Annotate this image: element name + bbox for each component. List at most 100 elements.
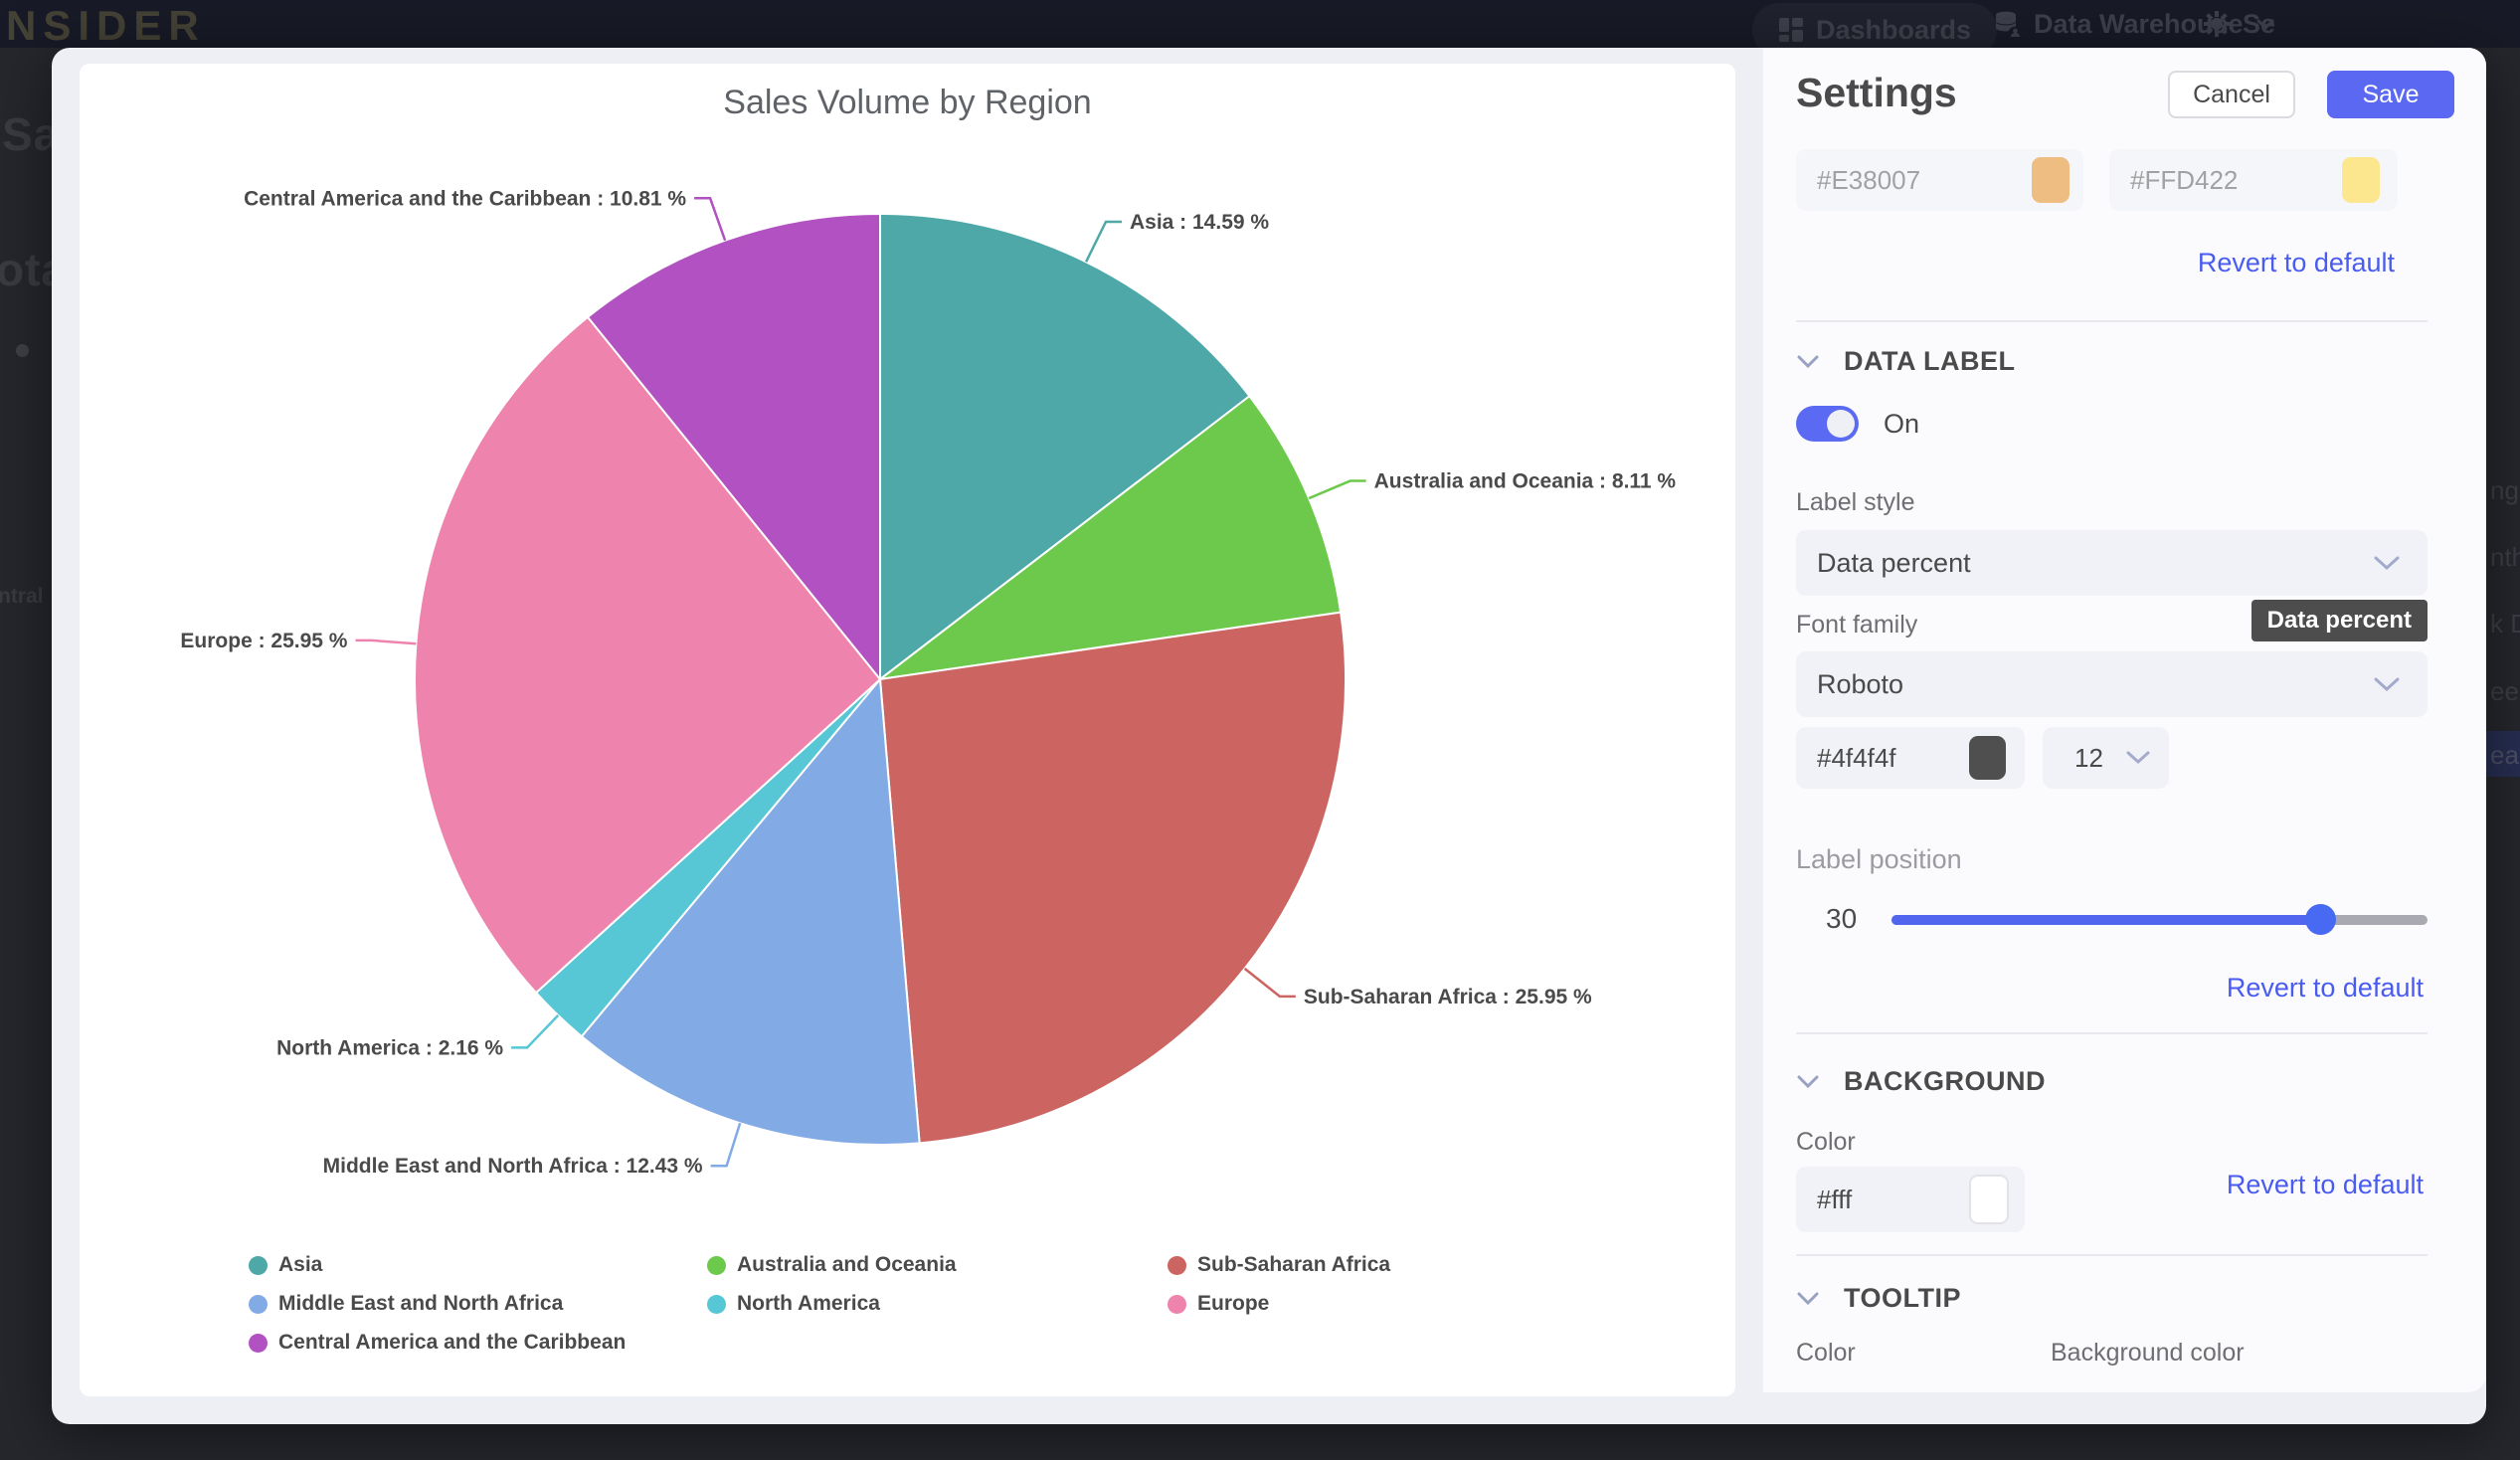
backdrop-fragment: eek [2490,676,2520,707]
pie-label-leader [694,198,725,240]
legend-item-europe[interactable]: Europe [1168,1292,1269,1316]
page: NSIDER Dashboards Data Warehouse Se Sal … [0,0,2520,1460]
font-size-value: 12 [2074,743,2103,774]
pie-label-sub-saharan-africa: Sub-Saharan Africa : 25.95 % [1304,986,1592,1008]
font-family-dropdown[interactable]: Roboto [1796,651,2428,717]
revert-link-colors[interactable]: Revert to default [2198,248,2395,278]
label-position-label: Label position [1796,844,1962,875]
legend-item-middle-east-and-north-africa[interactable]: Middle East and North Africa [249,1292,563,1316]
nav-settings[interactable]: Se [2203,0,2275,48]
pie-label-north-america: North America : 2.16 % [276,1036,503,1059]
save-button[interactable]: Save [2327,71,2454,118]
nav-settings-label: Se [2243,9,2275,40]
pie-label-middle-east-and-north-africa: Middle East and North Africa : 12.43 % [323,1155,703,1178]
backdrop-fragment: nth [2490,542,2520,573]
chevron-down-icon [2372,675,2402,693]
section-title: DATA LABEL [1844,346,2015,377]
dropdown-value-tooltip: Data percent [2251,600,2428,641]
pie-label-leader [1086,222,1122,262]
legend-dot [249,1295,268,1314]
legend-item-sub-saharan-africa[interactable]: Sub-Saharan Africa [1168,1253,1390,1277]
pie-label-australia-and-oceania: Australia and Oceania : 8.11 % [1374,470,1677,493]
gear-icon [2203,10,2231,38]
legend-dot [249,1334,268,1353]
chart-card: Sales Volume by Region Asia : 14.59 %Aus… [80,64,1735,1396]
legend-label: North America [737,1292,880,1316]
legend-item-central-america-and-the-caribbean[interactable]: Central America and the Caribbean [249,1331,626,1355]
font-color-value: #4f4f4f [1817,743,1896,774]
divider [1796,1254,2428,1256]
legend-label: Asia [278,1253,322,1277]
legend-label: Australia and Oceania [737,1253,957,1277]
label-style-dropdown[interactable]: Data percent [1796,530,2428,596]
series-color-input-2[interactable]: #FFD422 [2109,149,2398,211]
label-position-slider[interactable] [1891,915,2428,925]
pie-chart: Asia : 14.59 % Australia and Oceania : 8.… [80,64,1735,1396]
tooltip-bg-color-label: Background color [2051,1339,2245,1368]
tooltip-color-label: Color [1796,1339,1856,1368]
pie-label-leader [1245,969,1296,997]
backdrop-fragment: ear [2490,740,2520,771]
legend-dot [249,1256,268,1275]
section-title: BACKGROUND [1844,1066,2046,1097]
pie-label-central-america-and-the-caribbean: Central America and the Caribbean : 10.8… [244,187,686,210]
backdrop-fragment: nge [2490,475,2520,506]
backdrop-fragment: k D [2490,609,2520,639]
chevron-down-icon [1796,354,1820,369]
label-style-value: Data percent [1817,548,1971,579]
background-color-label: Color [1796,1128,1856,1157]
color-swatch-2[interactable] [2342,157,2380,203]
slider-fill [1891,915,2320,925]
pie-slice-sub-saharan-africa[interactable] [880,613,1346,1144]
background-color-input[interactable]: #fff [1796,1167,2025,1232]
legend-item-australia-and-oceania[interactable]: Australia and Oceania [707,1253,957,1277]
slider-knob[interactable] [2305,904,2336,935]
section-header-background[interactable]: BACKGROUND [1796,1066,2046,1097]
chevron-down-icon [1796,1291,1820,1306]
app-logo: NSIDER [6,2,206,50]
pie-label-leader [355,640,416,643]
data-label-toggle[interactable] [1796,406,1859,442]
legend-dot [1168,1256,1186,1275]
pie-label-leader [711,1123,741,1166]
toggle-state-label: On [1884,409,1919,440]
series-color-input-1[interactable]: #E38007 [1796,149,2083,211]
label-style-label: Label style [1796,488,1915,517]
divider [1796,1032,2428,1034]
legend-dot [707,1256,726,1275]
font-color-input[interactable]: #4f4f4f [1796,727,2025,789]
color-swatch-1[interactable] [2032,157,2070,203]
pie-label-europe: Europe : 25.95 % [180,630,347,652]
revert-link-background[interactable]: Revert to default [2227,1170,2424,1200]
nav-dashboards-label: Dashboards [1816,15,1971,46]
font-family-value: Roboto [1817,669,1903,700]
font-size-dropdown[interactable]: 12 [2043,727,2169,789]
chevron-down-icon [2372,554,2402,572]
pie-label-asia: Asia : 14.59 % [1130,211,1269,234]
background-color-swatch[interactable] [1969,1175,2009,1224]
toggle-knob [1827,410,1855,438]
pie-label-leader [1309,481,1365,498]
legend-item-north-america[interactable]: North America [707,1292,880,1316]
chevron-down-icon [1796,1074,1820,1089]
dashboard-icon [1778,17,1804,43]
settings-modal: Sales Volume by Region Asia : 14.59 %Aus… [52,48,2486,1424]
legend-label: Europe [1197,1292,1269,1316]
topbar: NSIDER Dashboards Data Warehouse Se [0,0,2520,48]
series-color-value-1: #E38007 [1817,165,1920,196]
legend-item-asia[interactable]: Asia [249,1253,322,1277]
background-color-value: #fff [1817,1185,1852,1215]
cancel-button[interactable]: Cancel [2168,71,2295,118]
backdrop-fragment: ntral [0,585,44,609]
font-color-swatch[interactable] [1969,736,2006,780]
chevron-down-icon [2125,750,2151,766]
revert-link-data-label[interactable]: Revert to default [2227,973,2424,1004]
legend-label: Central America and the Caribbean [278,1331,626,1355]
settings-panel-title: Settings [1796,70,1957,116]
section-header-data-label[interactable]: DATA LABEL [1796,346,2015,377]
legend-label: Middle East and North Africa [278,1292,563,1316]
legend-dot [707,1295,726,1314]
pie-label-leader [511,1015,558,1047]
section-header-tooltip[interactable]: TOOLTIP [1796,1283,1961,1314]
label-position-value: 30 [1826,903,1857,935]
